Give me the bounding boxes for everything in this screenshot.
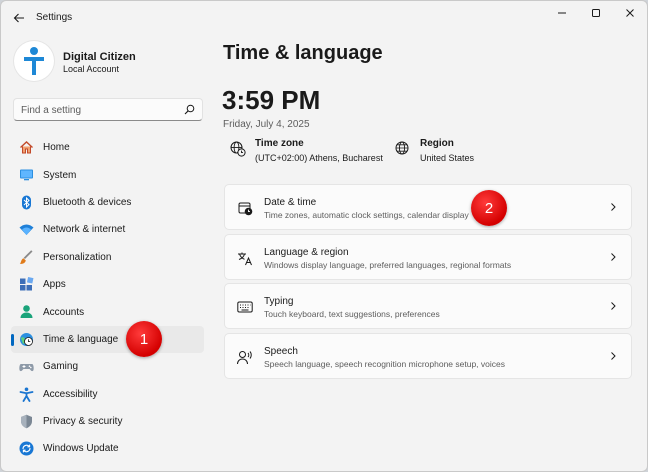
time-language-icon [19, 332, 34, 347]
close-icon [626, 9, 634, 17]
timezone-value: (UTC+02:00) Athens, Bucharest [255, 153, 383, 163]
profile-account-type: Local Account [63, 64, 120, 74]
speech-icon [237, 349, 253, 365]
sidebar-item-bluetooth[interactable]: Bluetooth & devices [11, 189, 204, 216]
brush-icon [19, 249, 34, 265]
chevron-right-icon [611, 302, 616, 310]
profile-name: Digital Citizen [63, 51, 136, 63]
sidebar-item-label: Gaming [43, 361, 79, 373]
sidebar-item-network[interactable]: Network & internet [11, 216, 204, 243]
sidebar-item-home[interactable]: Home [11, 134, 204, 161]
sidebar-item-label: System [43, 169, 77, 181]
region-title: Region [420, 138, 454, 149]
back-arrow-icon [13, 13, 24, 23]
language-icon [237, 250, 253, 266]
timezone-globe-icon [230, 141, 246, 157]
sidebar-nav: Home System Bluetooth & devices Network … [11, 134, 204, 463]
sidebar-item-label: Home [43, 142, 70, 154]
minimize-icon [558, 12, 566, 14]
card-subtitle: Time zones, automatic clock settings, ca… [264, 210, 469, 220]
digital-citizen-logo-icon [24, 47, 44, 75]
shield-icon [19, 414, 34, 429]
wifi-icon [19, 222, 34, 237]
system-icon [19, 167, 34, 182]
sidebar-item-windows-update[interactable]: Windows Update [11, 435, 204, 462]
home-icon [19, 140, 34, 155]
sidebar-item-label: Bluetooth & devices [43, 196, 132, 208]
avatar [14, 41, 54, 81]
chevron-right-icon [611, 352, 616, 360]
date-time-card[interactable]: Date & time Time zones, automatic clock … [224, 184, 632, 230]
sidebar-item-label: Windows Update [43, 443, 119, 455]
card-subtitle: Speech language, speech recognition micr… [264, 359, 505, 369]
title-bar: Settings [1, 1, 647, 35]
search-input[interactable] [21, 103, 181, 117]
sidebar-item-label: Personalization [43, 251, 112, 263]
current-time: 3:59 PM [222, 85, 321, 115]
speech-card[interactable]: Speech Speech language, speech recogniti… [224, 333, 632, 379]
region-globe-icon [395, 141, 409, 155]
accessibility-icon [19, 387, 34, 402]
card-title: Date & time [264, 197, 317, 208]
sidebar-item-gaming[interactable]: Gaming [11, 353, 204, 380]
chevron-right-icon [611, 203, 616, 211]
card-subtitle: Touch keyboard, text suggestions, prefer… [264, 309, 440, 319]
typing-card[interactable]: Typing Touch keyboard, text suggestions,… [224, 283, 632, 329]
card-title: Language & region [264, 247, 349, 258]
maximize-button[interactable] [579, 1, 613, 25]
back-button[interactable] [9, 8, 29, 28]
accounts-icon [19, 304, 34, 319]
keyboard-icon [237, 299, 253, 315]
card-title: Typing [264, 296, 294, 307]
timezone-title: Time zone [255, 138, 304, 149]
bluetooth-icon [19, 195, 34, 210]
sidebar-item-label: Accounts [43, 306, 85, 318]
card-title: Speech [264, 346, 298, 357]
window-controls [545, 1, 647, 25]
card-subtitle: Windows display language, preferred lang… [264, 260, 512, 270]
region-value: United States [420, 153, 475, 163]
update-icon [19, 441, 34, 456]
minimize-button[interactable] [545, 1, 579, 25]
step-marker-2: 2 [471, 190, 507, 226]
sidebar-item-personalization[interactable]: Personalization [11, 244, 204, 271]
sidebar-item-privacy[interactable]: Privacy & security [11, 408, 204, 435]
selection-indicator [11, 333, 14, 346]
maximize-icon [592, 9, 600, 17]
search-box [13, 98, 203, 121]
sidebar-item-accounts[interactable]: Accounts [11, 298, 204, 325]
page-title: Time & language [223, 42, 383, 64]
close-button[interactable] [613, 1, 647, 25]
sidebar-item-label: Network & internet [43, 224, 126, 236]
sidebar-item-label: Accessibility [43, 388, 98, 400]
language-region-card[interactable]: Language & region Windows display langua… [224, 234, 632, 280]
search-icon[interactable] [184, 104, 195, 115]
settings-window: Settings Digital Citizen Local Account F… [0, 0, 648, 472]
sidebar-item-system[interactable]: System [11, 161, 204, 188]
sidebar-item-label: Privacy & security [43, 416, 123, 428]
sidebar-item-label: Apps [43, 279, 66, 291]
sidebar-item-accessibility[interactable]: Accessibility [11, 381, 204, 408]
date-time-icon [237, 200, 253, 216]
gamepad-icon [19, 359, 34, 374]
sidebar-item-apps[interactable]: Apps [11, 271, 204, 298]
app-title: Settings [36, 12, 73, 23]
sidebar-item-time-language[interactable]: Time & language [11, 325, 204, 354]
step-marker-1: 1 [126, 321, 162, 357]
sidebar-item-label: Time & language [43, 333, 119, 345]
current-date: Friday, July 4, 2025 [223, 119, 310, 130]
apps-icon [19, 276, 34, 292]
chevron-right-icon [611, 253, 616, 261]
